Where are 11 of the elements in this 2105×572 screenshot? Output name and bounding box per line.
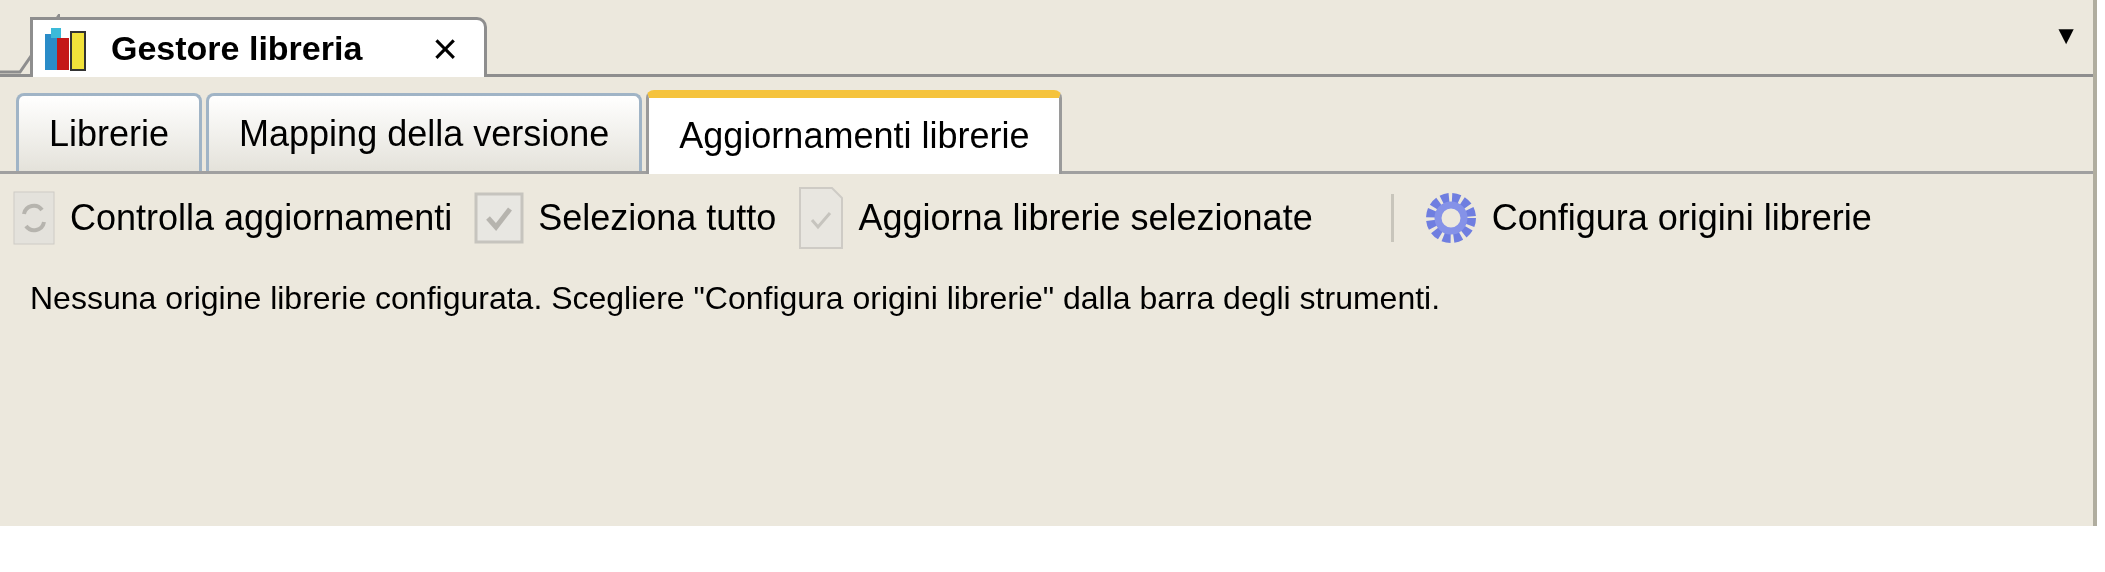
document-tab[interactable]: Gestore libreria × <box>30 17 488 77</box>
document-icon <box>798 186 845 250</box>
toolbar-button[interactable]: Configura origini librerie <box>1419 186 1876 250</box>
checkbox-icon <box>474 192 525 244</box>
info-message: Nessuna origine librerie configurata. Scegliere "Configura origini librerie" dalla barra degli strumenti. <box>29 279 1442 318</box>
close-button[interactable]: × <box>426 26 465 71</box>
tab[interactable]: Mapping della versione <box>206 93 643 171</box>
document-title: Gestore libreria <box>111 29 363 68</box>
tab[interactable]: Librerie <box>16 93 203 171</box>
refresh-icon <box>12 190 56 246</box>
tab[interactable]: Aggiornamenti librerie <box>646 90 1063 174</box>
